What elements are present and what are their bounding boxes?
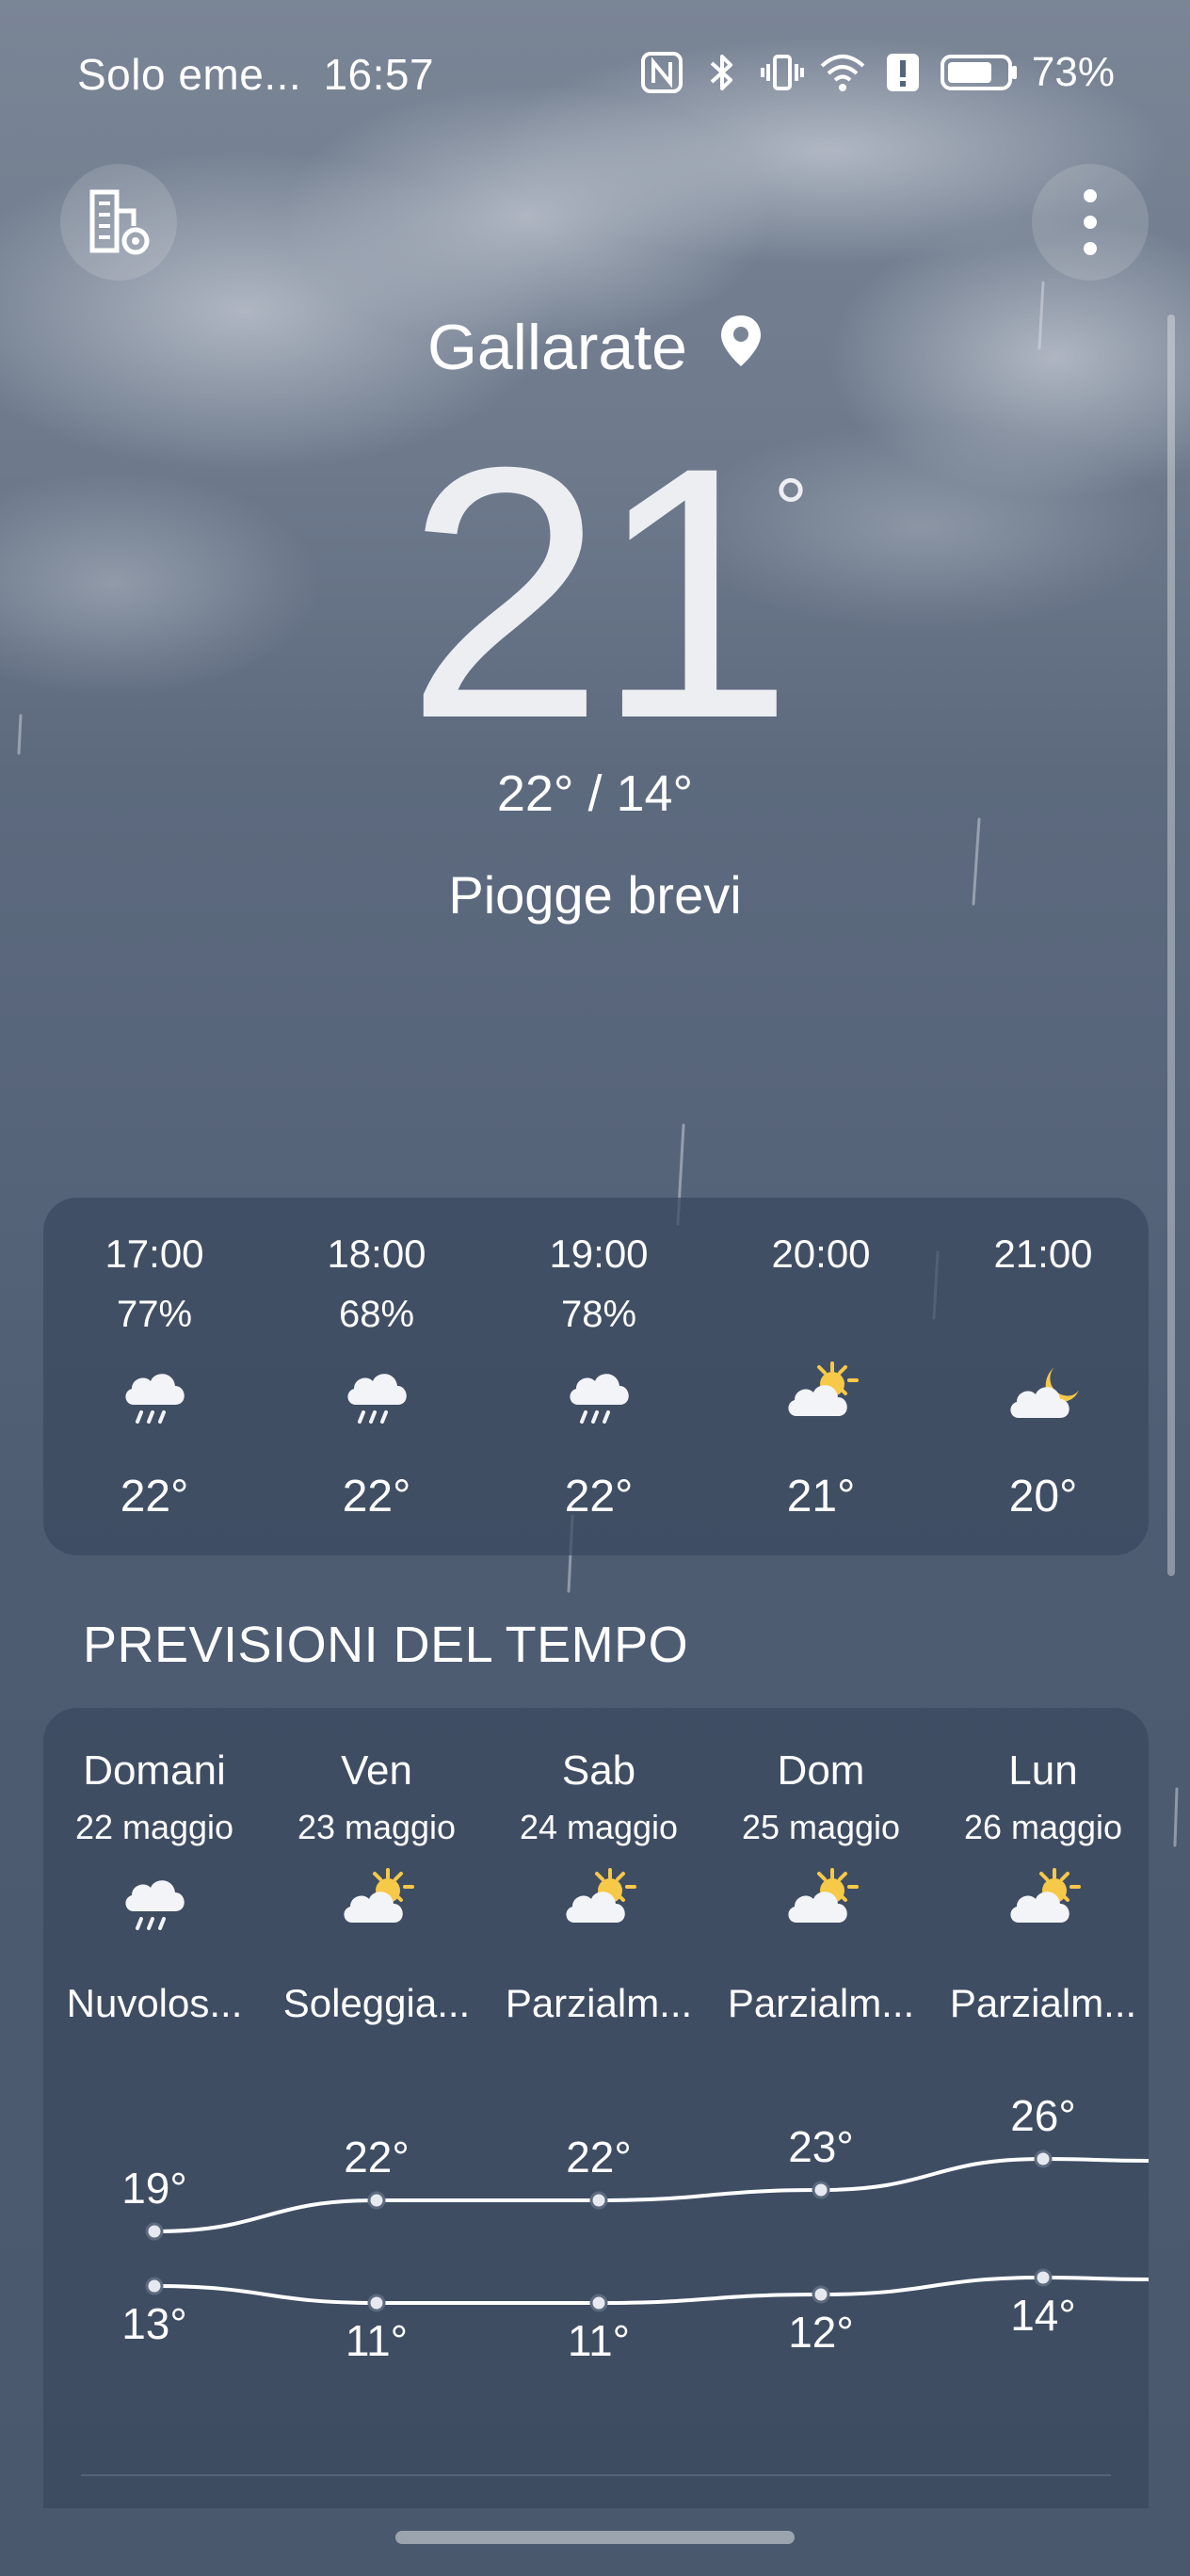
- hour-time: 21:00: [993, 1232, 1093, 1276]
- low-temperature-point: [812, 2285, 830, 2304]
- nfc-icon: [640, 52, 683, 93]
- hour-time: 17:00: [105, 1232, 204, 1276]
- hour-time: 20:00: [771, 1232, 871, 1276]
- low-temperature-point: [367, 2294, 386, 2312]
- scrollbar[interactable]: [1167, 314, 1175, 1576]
- low-temperature-line: [153, 2275, 1149, 2305]
- alert-icon: [886, 54, 919, 91]
- hour-temperature: 20°: [1008, 1472, 1078, 1521]
- low-temperature-label: 14°: [1010, 2291, 1076, 2340]
- status-bar: Solo eme... 16:57 73%: [0, 0, 1190, 151]
- hour-temperature: 21°: [786, 1472, 856, 1521]
- precip-chance: 77%: [116, 1294, 193, 1335]
- city-title[interactable]: Gallarate: [0, 311, 1190, 389]
- vibrate-icon: [760, 55, 804, 90]
- high-temperature-point: [1034, 2149, 1053, 2168]
- clock: 16:57: [323, 50, 435, 99]
- high-temperature-point: [589, 2191, 608, 2210]
- temperature-range: 22° / 14°: [496, 765, 694, 822]
- rain-cloud-icon: [117, 1358, 192, 1433]
- precip-chance: 68%: [338, 1294, 415, 1335]
- bluetooth-icon: [710, 55, 732, 90]
- current-temperature: 21: [405, 393, 795, 793]
- manage-cities-button[interactable]: [60, 164, 177, 281]
- city-settings-icon: [89, 189, 150, 255]
- partly-sunny-icon: [783, 1358, 859, 1433]
- daily-forecast-card[interactable]: Domani 22 maggio Nuvolos... Ven 23 maggi…: [43, 1708, 1149, 2508]
- wifi-icon: [820, 55, 865, 91]
- temperature-chart: 19° 22° 22° 23° 26° 13° 11° 11° 12° 14°: [121, 2091, 1149, 2365]
- hour-temperature: 22°: [342, 1472, 411, 1521]
- low-temperature-point: [589, 2294, 608, 2312]
- rain-cloud-icon: [339, 1358, 414, 1433]
- low-temperature-label: 13°: [121, 2299, 187, 2348]
- battery-percent: 73%: [1031, 49, 1115, 95]
- precip-chance: 78%: [560, 1294, 637, 1335]
- hour-time: 19:00: [549, 1232, 649, 1276]
- hour-time: 18:00: [327, 1232, 426, 1276]
- low-temperature-label: 11°: [346, 2316, 408, 2365]
- high-temperature-label: 19°: [121, 2164, 187, 2213]
- more-options-button[interactable]: [1032, 164, 1149, 281]
- location-pin-icon: [719, 310, 763, 383]
- high-temperature-line: [153, 2156, 1149, 2233]
- low-temperature-point: [1034, 2268, 1053, 2287]
- carrier-text: Solo eme...: [77, 50, 302, 99]
- degree-symbol: °: [774, 462, 808, 556]
- more-vertical-icon: [1084, 189, 1097, 255]
- hour-temperature: 22°: [564, 1472, 634, 1521]
- high-temperature-label: 22°: [566, 2133, 632, 2182]
- low-temperature-label: 11°: [568, 2316, 630, 2365]
- high-temperature-point: [367, 2191, 386, 2210]
- home-indicator[interactable]: [395, 2531, 795, 2544]
- low-temperature-point: [145, 2277, 164, 2295]
- hourly-forecast-card[interactable]: 17:00 77% 22° 18:00 68% 22° 19:00 78% 22…: [43, 1198, 1149, 1555]
- city-name: Gallarate: [427, 312, 687, 383]
- high-temperature-label: 23°: [788, 2122, 854, 2171]
- forecast-section-title: PREVISIONI DEL TEMPO: [83, 1617, 689, 1673]
- battery-icon: [940, 55, 1017, 90]
- night-cloud-icon: [1005, 1358, 1081, 1433]
- current-condition: Piogge brevi: [448, 865, 742, 925]
- rain-cloud-icon: [561, 1358, 636, 1433]
- high-temperature-point: [812, 2181, 830, 2199]
- high-temperature-point: [145, 2222, 164, 2241]
- high-temperature-label: 26°: [1010, 2091, 1076, 2140]
- low-temperature-label: 12°: [788, 2308, 854, 2357]
- high-temperature-label: 22°: [344, 2133, 410, 2182]
- divider: [81, 2474, 1111, 2476]
- hour-temperature: 22°: [120, 1472, 189, 1521]
